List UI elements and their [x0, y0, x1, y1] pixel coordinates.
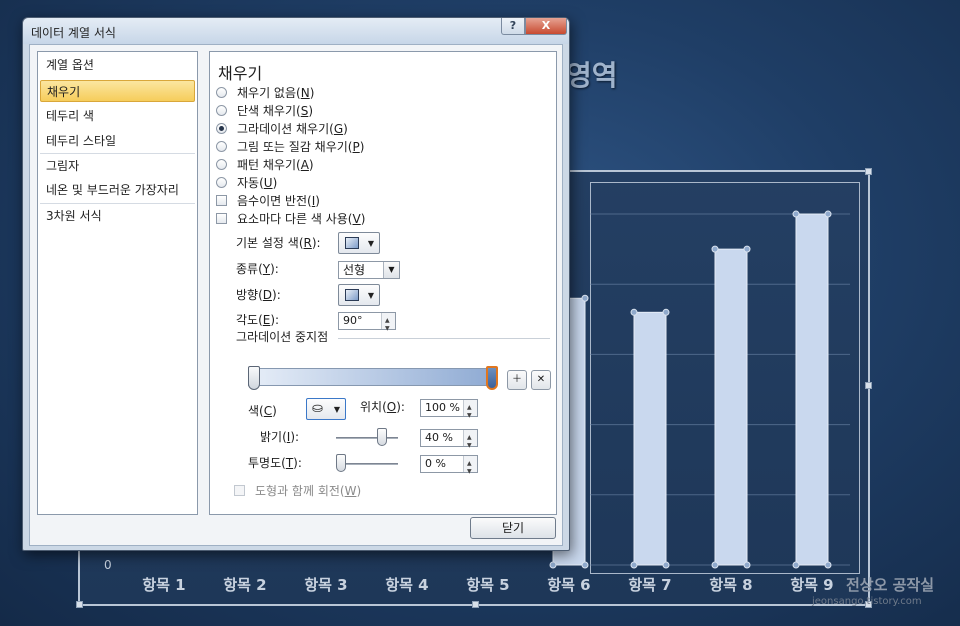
- position-spinner[interactable]: 100 % ▲ ▼: [420, 399, 478, 419]
- radio-circle-icon[interactable]: [216, 87, 227, 98]
- category-label: 항목 3: [304, 576, 348, 594]
- category-label: 항목 1: [142, 576, 186, 594]
- radio-circle-icon[interactable]: [216, 177, 227, 188]
- type-select[interactable]: 선형 ▼: [338, 261, 400, 279]
- dropdown-arrow-icon: ▼: [333, 405, 340, 414]
- section-title: 채우기: [218, 64, 263, 83]
- add-stop-icon[interactable]: ＋: [507, 370, 527, 390]
- close-button[interactable]: 닫기: [470, 517, 556, 539]
- category-label: 항목 9: [790, 576, 834, 594]
- transparency-label: 투명도(T):: [248, 456, 302, 470]
- angle-spinner[interactable]: 90° ▲ ▼: [338, 312, 396, 332]
- checkbox-invert-if-negative[interactable]: 음수이면 반전(I): [216, 193, 320, 209]
- resize-handle[interactable]: [76, 601, 83, 608]
- direction-button[interactable]: ▼: [338, 284, 380, 306]
- gradient-swatch-icon: [345, 237, 359, 249]
- gradient-stop-handle-selected[interactable]: [486, 366, 498, 390]
- spinner-arrows-icon[interactable]: ▲ ▼: [463, 456, 477, 475]
- nav-divider: [40, 153, 195, 154]
- resize-handle[interactable]: [472, 601, 479, 608]
- nav-item-series-options[interactable]: 계열 옵션: [40, 54, 195, 76]
- radio-circle-icon[interactable]: [216, 159, 227, 170]
- remove-stop-icon[interactable]: ✕: [531, 370, 551, 390]
- category-label: 항목 5: [466, 576, 510, 594]
- category-label: 항목 4: [385, 576, 429, 594]
- watermark-url: jeonsango.tistory.com: [812, 596, 922, 607]
- radio-no-fill[interactable]: 채우기 없음(N): [216, 85, 314, 101]
- brightness-spinner[interactable]: 40 % ▲ ▼: [420, 429, 478, 449]
- direction-label: 방향(D):: [236, 288, 281, 302]
- brightness-slider-track[interactable]: [336, 437, 398, 439]
- brightness-slider-thumb[interactable]: [376, 428, 387, 446]
- nav-item-border-style[interactable]: 테두리 스타일: [40, 130, 195, 152]
- stop-color-button[interactable]: ⛀ ▼: [306, 398, 346, 420]
- category-label: 항목 2: [223, 576, 267, 594]
- checkbox-icon[interactable]: [216, 213, 227, 224]
- close-icon[interactable]: X: [525, 18, 567, 35]
- help-button[interactable]: ?: [501, 18, 525, 35]
- fill-panel: 채우기 채우기 없음(N) 단색 채우기(S) 그라데이션 채우기(G) 그림 …: [209, 51, 557, 515]
- watermark-text: 전상오 공작실: [846, 576, 935, 594]
- radio-solid-fill[interactable]: 단색 채우기(S): [216, 103, 313, 119]
- format-data-series-dialog: 데이터 계열 서식 ? X 계열 옵션 채우기 테두리 색 테두리 스타일 그림…: [22, 17, 570, 551]
- preset-colors-button[interactable]: ▼: [338, 232, 380, 254]
- radio-selected-icon[interactable]: [216, 123, 227, 134]
- transparency-slider-thumb[interactable]: [336, 454, 346, 472]
- dropdown-arrow-icon: ▼: [367, 239, 374, 248]
- nav-item-border-color[interactable]: 테두리 색: [40, 105, 195, 127]
- divider: [338, 338, 550, 339]
- dropdown-arrow-icon[interactable]: ▼: [383, 262, 399, 278]
- angle-label: 각도(E):: [236, 313, 280, 327]
- dropdown-arrow-icon: ▼: [367, 291, 374, 300]
- dialog-title: 데이터 계열 서식: [31, 26, 116, 40]
- category-list: 계열 옵션 채우기 테두리 색 테두리 스타일 그림자 네온 및 부드러운 가장…: [37, 51, 198, 515]
- checkbox-rotate-with-shape[interactable]: 도형과 함께 회전(W): [234, 482, 361, 500]
- slide-title: 영역: [566, 59, 618, 92]
- nav-item-3d-format[interactable]: 3차원 서식: [40, 205, 195, 227]
- nav-item-glow-soft-edges[interactable]: 네온 및 부드러운 가장자리: [40, 179, 195, 201]
- radio-gradient-fill[interactable]: 그라데이션 채우기(G): [216, 121, 348, 137]
- spinner-arrows-icon[interactable]: ▲ ▼: [463, 400, 477, 419]
- spinner-arrows-icon[interactable]: ▲ ▼: [381, 313, 395, 332]
- radio-circle-icon[interactable]: [216, 141, 227, 152]
- radio-pattern-fill[interactable]: 패턴 채우기(A): [216, 157, 314, 173]
- paint-bucket-icon: ⛀: [312, 401, 323, 416]
- radio-circle-icon[interactable]: [216, 105, 227, 116]
- resize-handle[interactable]: [865, 168, 872, 175]
- position-label: 위치(O):: [360, 400, 405, 414]
- transparency-spinner[interactable]: 0 % ▲ ▼: [420, 455, 478, 475]
- radio-picture-texture-fill[interactable]: 그림 또는 질감 채우기(P): [216, 139, 364, 155]
- type-label: 종류(Y):: [236, 262, 279, 276]
- brightness-label: 밝기(I):: [260, 430, 300, 444]
- category-label: 항목 8: [709, 576, 753, 594]
- plot-box: [590, 182, 860, 574]
- checkbox-vary-colors[interactable]: 요소마다 다른 색 사용(V): [216, 211, 365, 227]
- checkbox-icon[interactable]: [234, 485, 245, 496]
- spinner-arrows-icon[interactable]: ▲ ▼: [463, 430, 477, 449]
- preset-colors-label: 기본 설정 색(R):: [236, 236, 321, 250]
- gradient-direction-icon: [345, 289, 359, 301]
- y-axis-zero-label: 0: [104, 558, 112, 572]
- nav-item-shadow[interactable]: 그림자: [40, 155, 195, 177]
- nav-divider: [40, 203, 195, 204]
- color-label: 색(C): [248, 404, 277, 418]
- radio-automatic[interactable]: 자동(U): [216, 175, 277, 191]
- category-label: 항목 6: [547, 576, 591, 594]
- gradient-stops-bar[interactable]: [248, 368, 496, 386]
- dialog-titlebar[interactable]: 데이터 계열 서식 ? X: [23, 18, 569, 44]
- category-label: 항목 7: [628, 576, 672, 594]
- resize-handle[interactable]: [865, 382, 872, 389]
- nav-item-fill[interactable]: 채우기: [40, 80, 195, 102]
- gradient-stop-handle[interactable]: [248, 366, 260, 390]
- gradient-stops-label: 그라데이션 중지점: [236, 330, 329, 344]
- checkbox-icon[interactable]: [216, 195, 227, 206]
